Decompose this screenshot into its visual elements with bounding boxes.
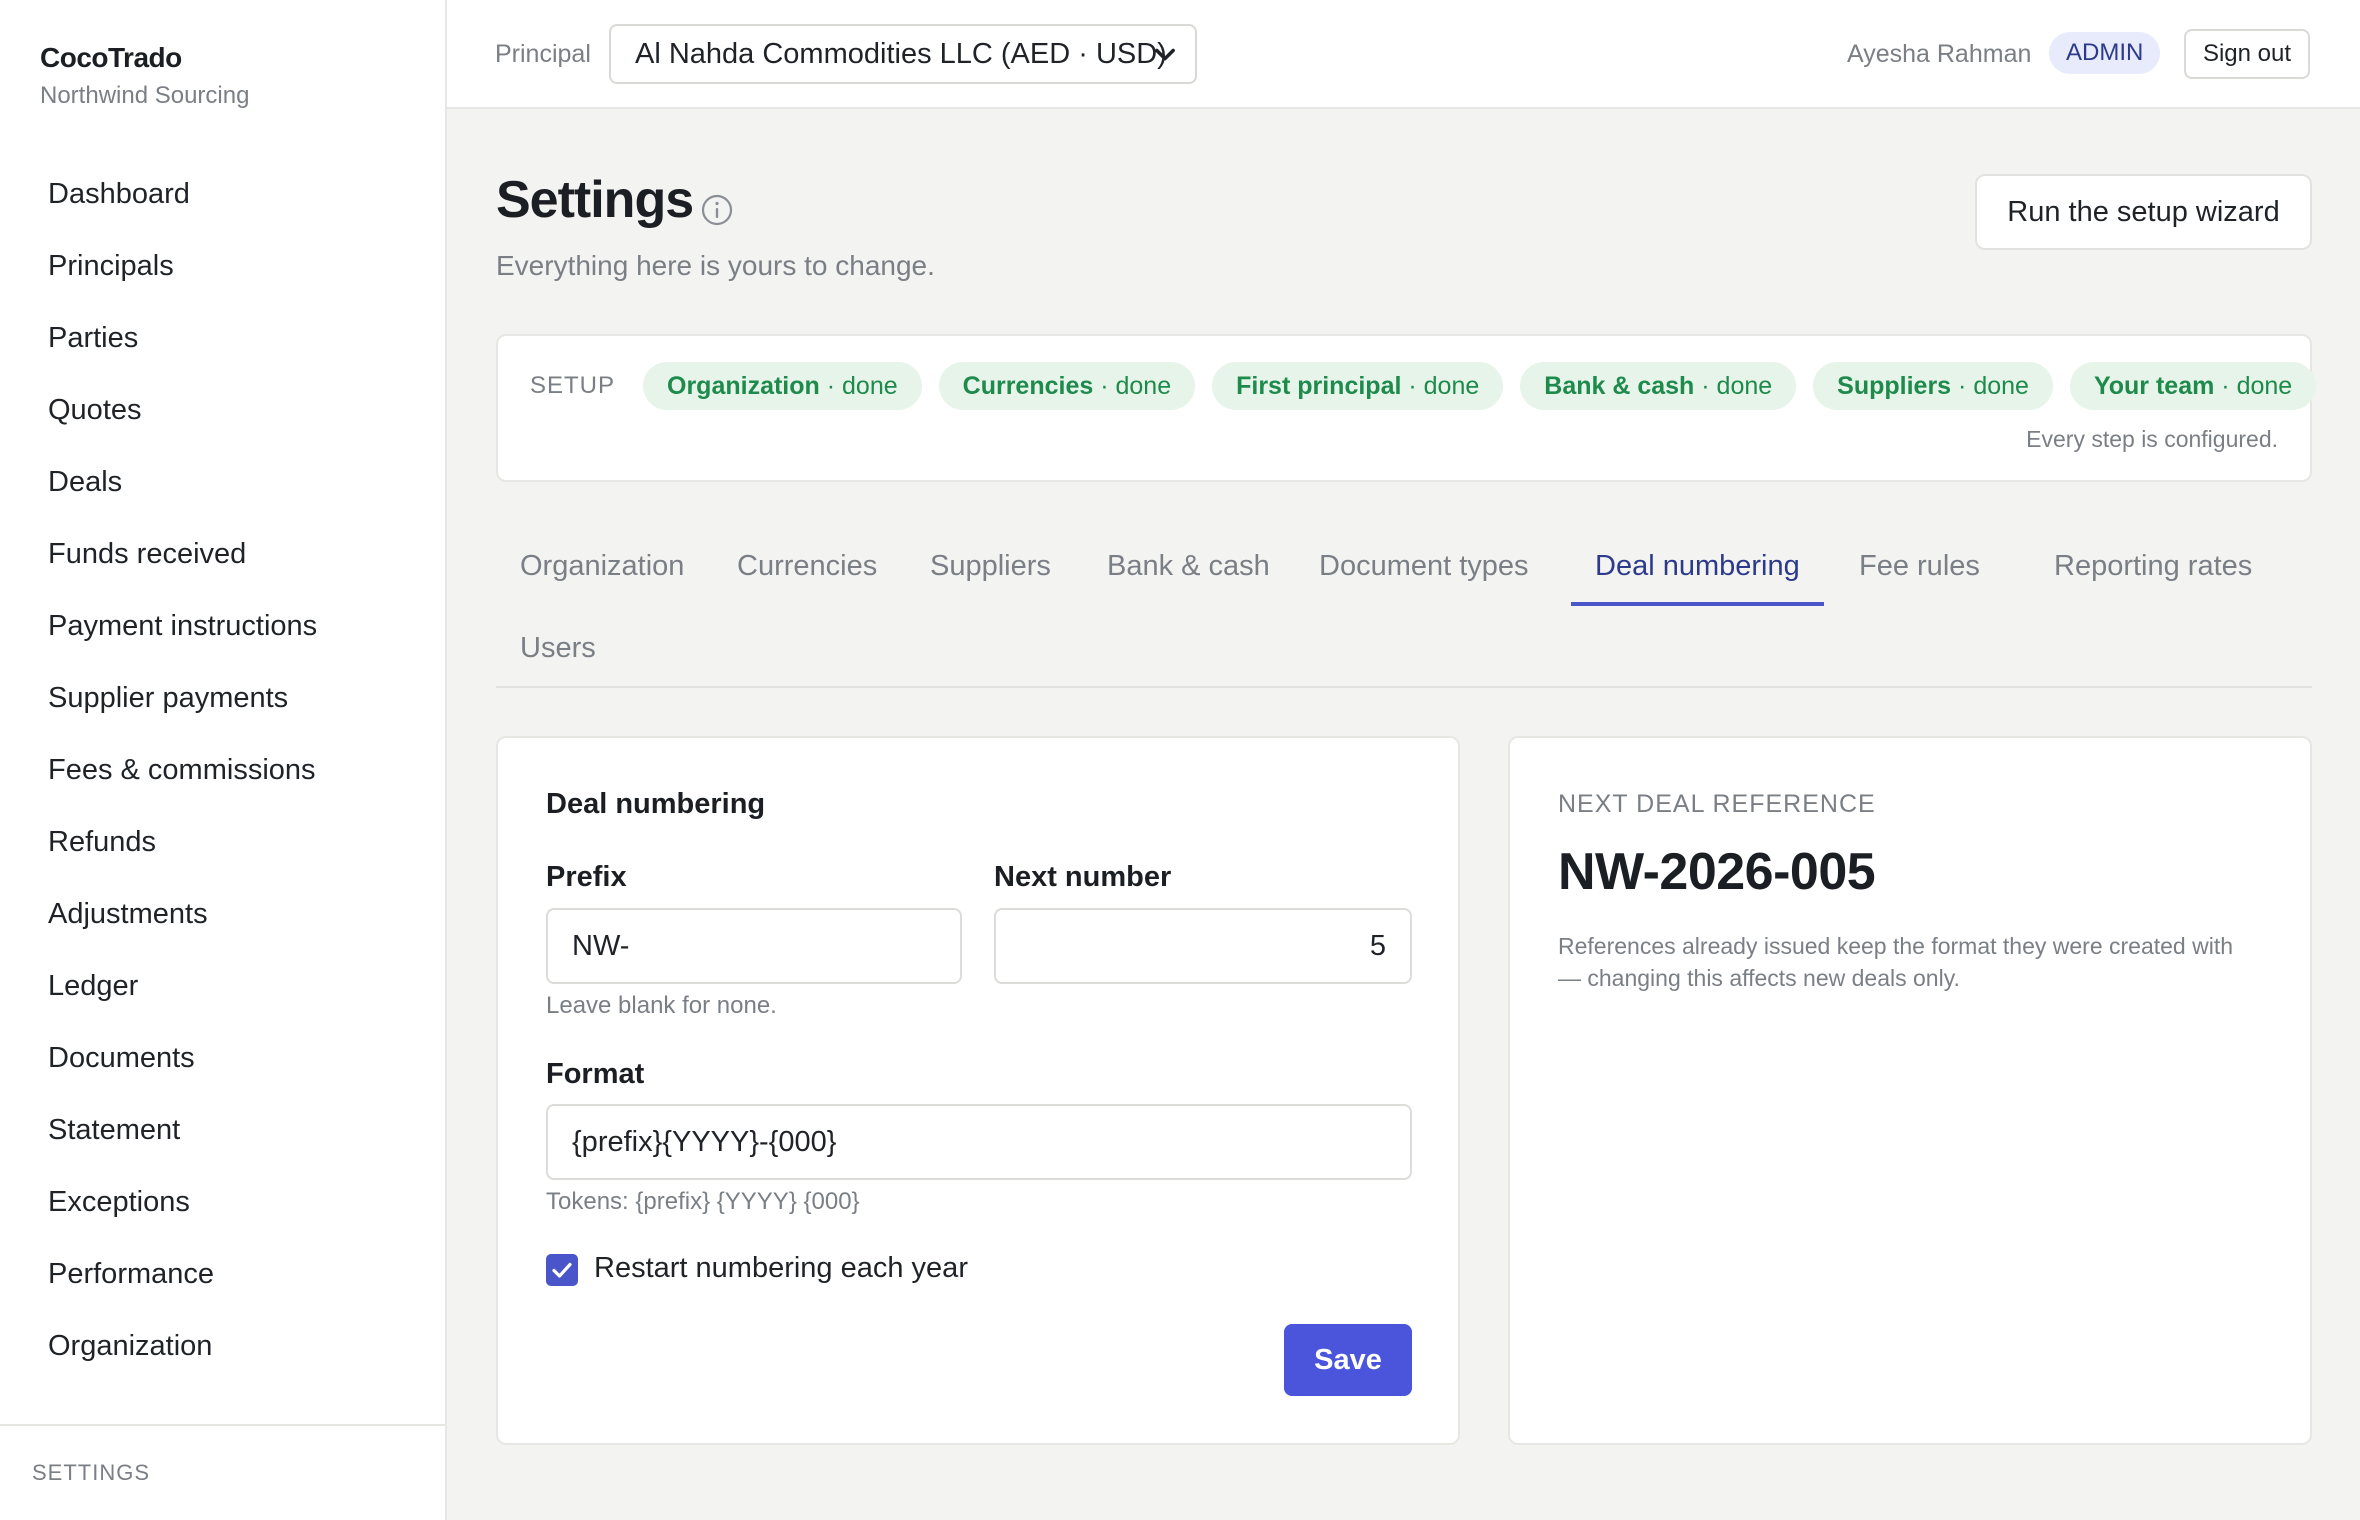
sidebar-item-fees-commissions[interactable]: Fees & commissions (0, 734, 445, 806)
setup-step-name: First principal (1236, 372, 1402, 400)
setup-step-status: done (2236, 372, 2293, 400)
sidebar-nav: Dashboard Principals Parties Quotes Deal… (0, 158, 445, 1382)
page-subtitle: Everything here is yours to change. (496, 250, 935, 281)
page-title: Settings (496, 171, 694, 229)
card-title: Deal numbering (546, 788, 766, 820)
sidebar-item-supplier-payments[interactable]: Supplier payments (0, 662, 445, 734)
sidebar-item-refunds[interactable]: Refunds (0, 806, 445, 878)
prefix-label: Prefix (546, 861, 627, 893)
format-label: Format (546, 1058, 645, 1090)
next-reference-value: NW-2026-005 (1558, 843, 1876, 901)
tab-bank-cash[interactable]: Bank & cash (1083, 530, 1294, 606)
setup-step-name: Organization (667, 372, 820, 400)
restart-numbering-checkbox[interactable] (546, 1254, 578, 1286)
chevron-down-icon (1155, 48, 1175, 61)
sidebar-item-statement[interactable]: Statement (0, 1094, 445, 1166)
sidebar-item-performance[interactable]: Performance (0, 1238, 445, 1310)
setup-steps: Organization · done Currencies · done Fi… (643, 362, 2317, 410)
setup-step-status: done (842, 372, 898, 400)
setup-step-chip: First principal · done (1212, 362, 1504, 410)
tab-deal-numbering[interactable]: Deal numbering (1571, 530, 1824, 606)
tab-organization[interactable]: Organization (496, 530, 708, 606)
setup-note: Every step is configured. (2026, 426, 2278, 452)
setup-step-chip: Suppliers · done (1813, 362, 2053, 410)
sign-out-button[interactable]: Sign out (2184, 29, 2310, 79)
sidebar-item-payment-instructions[interactable]: Payment instructions (0, 590, 445, 662)
user-name: Ayesha Rahman (1847, 40, 2032, 68)
setup-step-status: done (1115, 372, 1172, 400)
setup-step-chip: Organization · done (643, 362, 922, 410)
sidebar-item-deals[interactable]: Deals (0, 446, 445, 518)
restart-numbering-label[interactable]: Restart numbering each year (594, 1252, 968, 1285)
tab-reporting-rates[interactable]: Reporting rates (2030, 530, 2276, 606)
setup-step-status: done (1973, 372, 2029, 400)
settings-tabs: Organization Currencies Suppliers Bank &… (496, 530, 2312, 688)
sidebar-item-quotes[interactable]: Quotes (0, 374, 445, 446)
next-reference-card: NEXT DEAL REFERENCE NW-2026-005 Referenc… (1508, 736, 2312, 1445)
format-hint: Tokens: {prefix} {YYYY} {000} (546, 1188, 860, 1215)
next-reference-note: References already issued keep the forma… (1558, 933, 2234, 991)
setup-step-chip: Your team · done (2069, 362, 2317, 410)
tab-currencies[interactable]: Currencies (713, 530, 901, 606)
sidebar-footer: SETTINGS (0, 1424, 445, 1520)
setup-step-status: done (1423, 372, 1480, 400)
principal-selected-value: Al Nahda Commodities LLC (AED · USD) (635, 38, 1167, 70)
setup-step-chip: Bank & cash · done (1520, 362, 1797, 410)
prefix-hint: Leave blank for none. (546, 992, 777, 1019)
brand-name: CocoTrado (40, 42, 182, 73)
sidebar-item-adjustments[interactable]: Adjustments (0, 878, 445, 950)
next-number-input[interactable]: 5 (994, 908, 1412, 984)
sidebar: CocoTrado Northwind Sourcing Dashboard P… (0, 0, 447, 1520)
save-button[interactable]: Save (1284, 1324, 1412, 1396)
setup-step-name: Currencies (962, 372, 1094, 400)
setup-step-name: Bank & cash (1544, 372, 1695, 400)
brand: CocoTrado Northwind Sourcing (40, 42, 249, 110)
principal-select[interactable]: Al Nahda Commodities LLC (AED · USD) (609, 24, 1197, 84)
topbar: Principal Al Nahda Commodities LLC (AED … (447, 0, 2360, 109)
sidebar-item-principals[interactable]: Principals (0, 230, 445, 302)
next-number-label: Next number (994, 861, 1172, 893)
info-icon[interactable] (700, 193, 734, 227)
next-reference-label: NEXT DEAL REFERENCE (1558, 790, 1876, 818)
setup-step-status: done (1716, 372, 1773, 400)
tab-document-types[interactable]: Document types (1295, 530, 1553, 606)
role-badge: ADMIN (2049, 32, 2161, 74)
sidebar-item-documents[interactable]: Documents (0, 1022, 445, 1094)
brand-subtitle: Northwind Sourcing (40, 82, 250, 109)
format-input[interactable]: {prefix}{YYYY}-{000} (546, 1104, 1412, 1180)
sidebar-item-exceptions[interactable]: Exceptions (0, 1166, 445, 1238)
setup-status-card: SETUP Organization · done Currencies · d… (496, 334, 2317, 482)
sidebar-item-funds-received[interactable]: Funds received (0, 518, 445, 590)
sidebar-section-settings[interactable]: SETTINGS (32, 1460, 150, 1486)
deal-numbering-card: Deal numbering Prefix NW- Leave blank fo… (496, 736, 1460, 1445)
setup-step-chip: Currencies · done (938, 362, 1196, 410)
sidebar-item-ledger[interactable]: Ledger (0, 950, 445, 1022)
principal-label: Principal (495, 40, 591, 68)
tab-suppliers[interactable]: Suppliers (906, 530, 1075, 606)
setup-step-name: Suppliers (1837, 372, 1952, 400)
tab-fee-rules[interactable]: Fee rules (1835, 530, 2004, 606)
sidebar-item-organization[interactable]: Organization (0, 1310, 445, 1382)
tab-users[interactable]: Users (496, 612, 620, 688)
run-setup-wizard-button[interactable]: Run the setup wizard (1975, 174, 2312, 250)
prefix-input[interactable]: NW- (546, 908, 962, 984)
setup-label: SETUP (530, 372, 616, 399)
setup-step-name: Your team (2093, 372, 2215, 400)
sidebar-item-parties[interactable]: Parties (0, 302, 445, 374)
sidebar-item-dashboard[interactable]: Dashboard (0, 158, 445, 230)
checkmark-icon (552, 1262, 572, 1278)
